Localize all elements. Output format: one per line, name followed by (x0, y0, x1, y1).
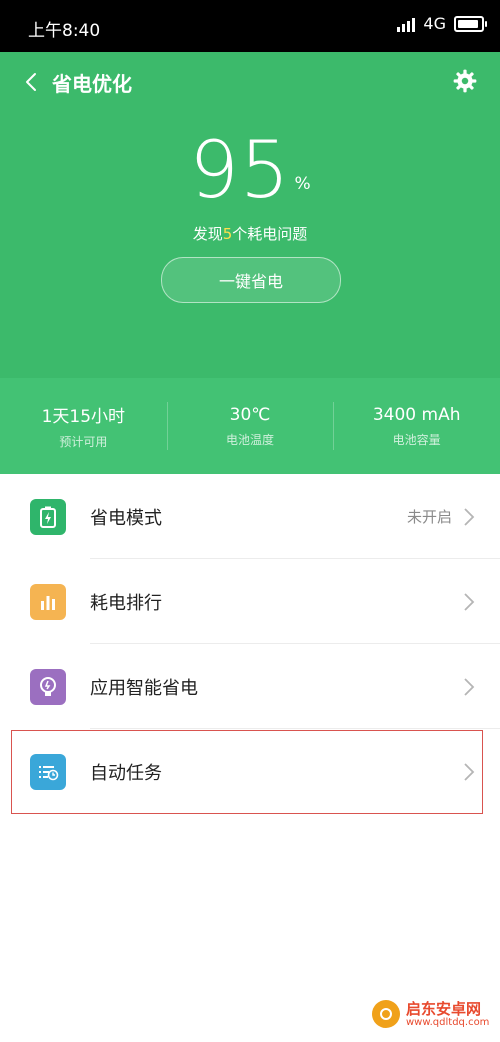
stat-remaining-time: 1天15小时 预计可用 (0, 378, 167, 474)
list-item-status: 未开启 (406, 508, 452, 526)
list-item-smart-app-saving[interactable]: 应用智能省电 (0, 644, 500, 729)
bar-chart-icon (30, 583, 66, 620)
issues-prefix: 发现 (192, 225, 223, 243)
network-type: 4G (423, 14, 446, 33)
battery-summary-panel: 省电优化 95% 发现5个耗电问题 一键省电 (0, 52, 500, 378)
chevron-right-icon (464, 592, 475, 611)
stat-label: 预计可用 (59, 435, 108, 449)
stat-label: 电池容量 (392, 432, 441, 447)
status-bar: 上午8:40 4G (0, 0, 500, 52)
chevron-right-icon (464, 507, 475, 526)
watermark-url: www.qdltdq.com (406, 1016, 490, 1028)
battery-percent-unit: % (294, 174, 311, 194)
battery-stats: 1天15小时 预计可用 30℃ 电池温度 3400 mAh 电池容量 (0, 378, 500, 474)
battery-icon (454, 15, 487, 32)
list-item-power-ranking[interactable]: 耗电排行 (0, 559, 500, 644)
stat-battery-temperature: 30℃ 电池温度 (166, 378, 334, 474)
list-item-label: 耗电排行 (90, 592, 162, 614)
issues-suffix: 个耗电问题 (232, 225, 308, 243)
list-item-label: 应用智能省电 (90, 677, 198, 699)
issues-found-text: 发现5个耗电问题 (0, 223, 500, 244)
gear-icon[interactable] (452, 68, 478, 94)
stat-value: 1天15小时 (41, 407, 126, 427)
issues-count: 5 (222, 225, 233, 243)
stat-value: 3400 mAh (372, 404, 461, 425)
stat-battery-capacity: 3400 mAh 电池容量 (333, 378, 500, 474)
list-item-label: 省电模式 (90, 507, 162, 529)
battery-percent-value: 95 (189, 126, 291, 216)
annotation-highlight-box (11, 730, 483, 814)
signal-icon (397, 16, 416, 32)
list-item-power-saving-mode[interactable]: 省电模式 未开启 (0, 474, 500, 559)
status-indicators: 4G (397, 14, 487, 33)
page-title: 省电优化 (52, 72, 132, 96)
one-key-optimize-button[interactable]: 一键省电 (161, 257, 341, 303)
watermark-name: 启东安卓网 (406, 999, 482, 1018)
watermark: 启东安卓网 www.qdltdq.com (372, 1000, 489, 1028)
watermark-logo-icon (372, 1000, 400, 1028)
stat-label: 电池温度 (226, 432, 275, 447)
status-time: 上午8:40 (28, 21, 101, 41)
stat-value: 30℃ (229, 404, 271, 425)
battery-saver-icon (30, 498, 66, 535)
battery-percentage: 95% (0, 126, 500, 216)
chevron-right-icon (464, 677, 475, 696)
lightbulb-icon (30, 668, 66, 705)
back-arrow-icon[interactable] (20, 70, 44, 94)
